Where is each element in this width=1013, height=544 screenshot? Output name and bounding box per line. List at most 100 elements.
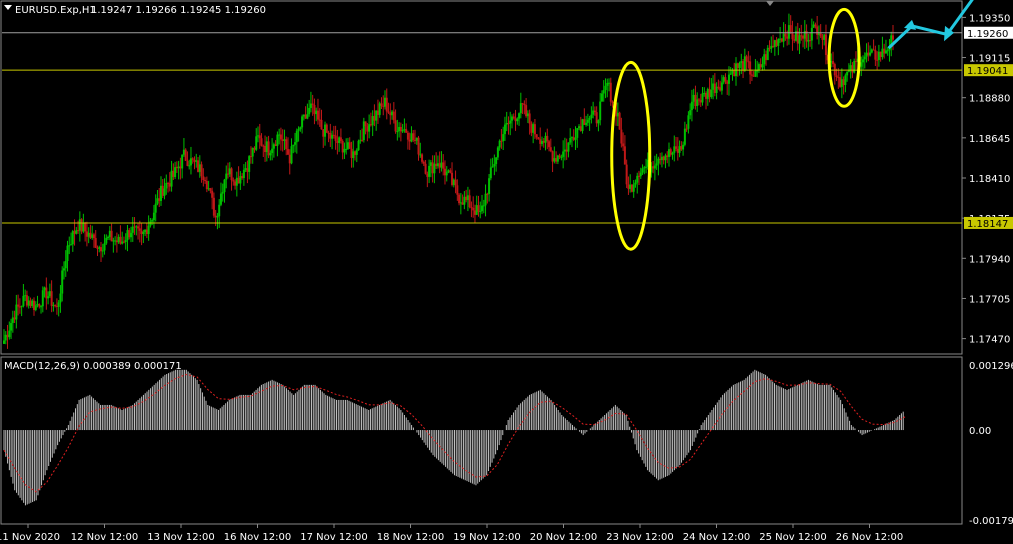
candle-body	[810, 27, 813, 41]
y-tick-label: 1.18880	[969, 94, 1010, 105]
horizontal-lines-layer[interactable]	[2, 32, 962, 224]
candle-body	[55, 305, 58, 307]
macd-label: MACD(12,26,9) 0.000389 0.000171	[4, 361, 182, 372]
highlight-ellipse	[610, 60, 652, 251]
candle-body	[512, 116, 515, 119]
candle-body	[8, 330, 11, 338]
candle-body	[835, 75, 838, 77]
candle-body	[308, 107, 311, 115]
x-tick-label: 24 Nov 12:00	[683, 532, 750, 543]
candle-body	[332, 134, 335, 136]
candle-body	[267, 141, 270, 156]
candle-body	[422, 161, 425, 164]
candle-body	[696, 99, 699, 107]
candle-body	[207, 188, 210, 190]
price-panel-border	[0, 0, 963, 355]
candle-body	[519, 103, 522, 114]
candle-body	[655, 163, 658, 166]
candle-body	[410, 133, 413, 142]
candle-body	[419, 154, 422, 156]
candle-body	[24, 295, 27, 297]
shift-marker-icon[interactable]	[766, 1, 774, 6]
candle-body	[779, 38, 782, 40]
candle-body	[532, 124, 535, 133]
candle-body	[128, 230, 131, 238]
candle-body	[15, 304, 18, 320]
candle-body	[316, 110, 319, 120]
candle-body	[465, 196, 468, 200]
candle-body	[258, 135, 261, 139]
candle-body	[502, 134, 505, 142]
candle-body	[322, 129, 325, 137]
candle-body	[138, 228, 141, 231]
candle-body	[680, 146, 683, 150]
candle-body	[754, 70, 757, 77]
candle-body	[40, 306, 43, 308]
y-tick-label: 1.17705	[969, 294, 1010, 305]
candle-body	[507, 122, 510, 124]
candle-body	[660, 156, 663, 161]
candle-body	[542, 140, 545, 143]
candle-body	[260, 138, 263, 146]
candle-body	[657, 158, 660, 164]
candle-body	[281, 139, 284, 141]
candle-body	[179, 166, 182, 169]
candle-body	[343, 148, 346, 153]
candle-body	[235, 177, 238, 186]
candle-body	[477, 205, 480, 212]
candle-body	[526, 113, 529, 117]
candle-body	[286, 149, 289, 155]
macd-layer	[3, 369, 906, 506]
candle-body	[669, 149, 672, 155]
x-tick-label: 25 Nov 12:00	[759, 532, 826, 543]
candle-body	[461, 202, 464, 205]
candle-body	[786, 36, 789, 39]
candle-body	[168, 183, 171, 187]
candle-body	[609, 82, 612, 102]
candle-body	[31, 300, 34, 306]
candle-body	[373, 116, 376, 121]
candle-body	[623, 146, 626, 165]
candle-body	[521, 103, 524, 105]
candle-body	[421, 154, 424, 162]
trading-chart[interactable]: 1.19350 1.19115 1.18880 1.18645 1.18410 1.181…	[0, 0, 1013, 544]
candle-body	[488, 178, 491, 194]
candle-body	[685, 128, 688, 130]
candle-body	[200, 164, 203, 177]
candle-body	[301, 116, 304, 128]
candle-body	[158, 198, 161, 201]
candle-body	[713, 83, 716, 93]
ohlc-label: 1.19247 1.19266 1.19245 1.19260	[91, 5, 266, 16]
candle-body	[618, 112, 621, 130]
candle-body	[616, 112, 619, 117]
candle-body	[96, 247, 99, 249]
candle-body	[66, 245, 69, 261]
candle-body	[498, 140, 501, 148]
candle-body	[152, 212, 155, 220]
candle-body	[578, 126, 581, 129]
candle-body	[237, 177, 240, 184]
candle-body	[85, 231, 88, 237]
candle-body	[32, 300, 35, 310]
candle-body	[489, 167, 492, 179]
candle-body	[798, 35, 801, 44]
candle-body	[186, 160, 189, 166]
candle-body	[290, 146, 293, 164]
candle-body	[876, 59, 879, 61]
candle-body	[667, 149, 670, 157]
candle-body	[384, 97, 386, 107]
candle-body	[48, 291, 51, 297]
candle-body	[812, 24, 815, 28]
dropdown-icon[interactable]	[4, 5, 12, 10]
candle-body	[380, 103, 383, 106]
candle-body	[736, 63, 739, 69]
candle-body	[43, 287, 46, 291]
candle-body	[188, 165, 191, 167]
candle-body	[392, 111, 395, 121]
candle-body	[877, 51, 880, 60]
candle-body	[242, 169, 245, 179]
candle-body	[253, 147, 256, 150]
candle-body	[770, 45, 773, 49]
candle-body	[401, 129, 404, 132]
candle-body	[59, 293, 62, 303]
